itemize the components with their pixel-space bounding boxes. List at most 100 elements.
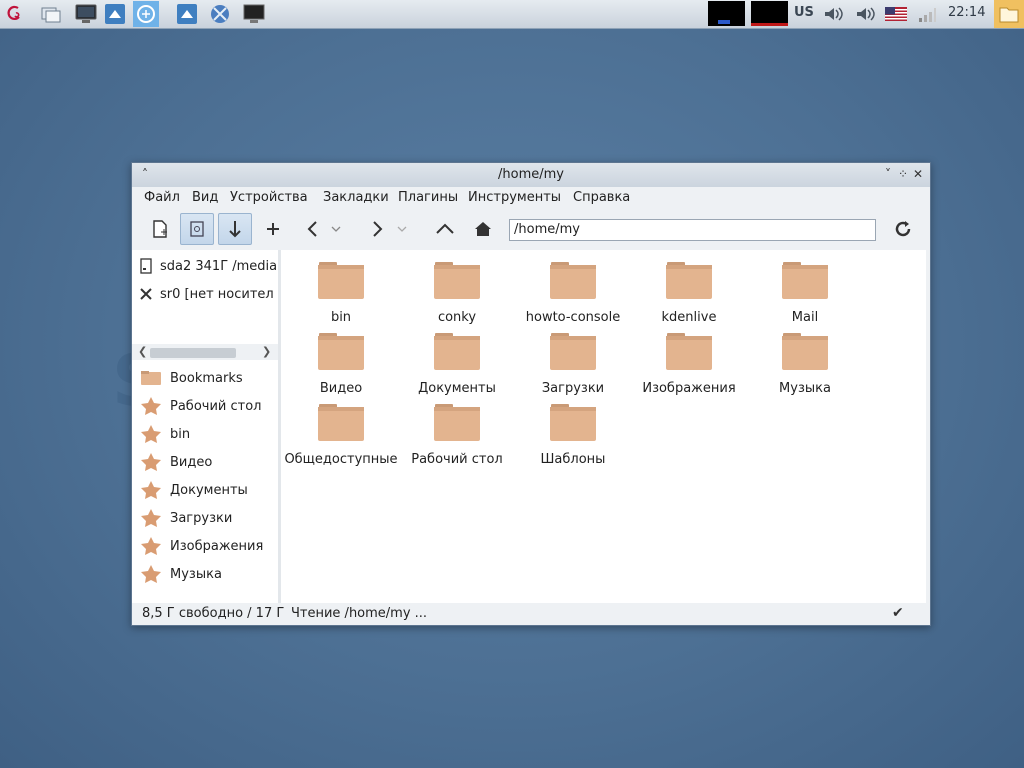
add-button[interactable] [256,213,290,245]
side-horizontal-scrollbar[interactable]: ❮ ❯ [132,344,278,360]
bookmark-label: bin [170,426,191,442]
folder-icon [433,260,481,304]
bookmark-label: Загрузки [170,510,233,526]
bookmark-item[interactable]: Изображения [132,534,278,558]
menu-help[interactable]: Справка [573,190,630,205]
side-pane: sda2 341Г /media sr0 [нет носител ❮ ❯ Bo… [132,250,278,603]
bookmark-label: Видео [170,454,213,470]
folder-item[interactable]: howto-console [515,260,631,326]
folder-item[interactable]: Изображения [631,331,747,397]
window-title: /home/my [498,167,564,182]
star-icon [132,537,170,555]
star-icon [132,397,170,415]
menu-file[interactable]: Файл [144,190,180,205]
folder-label: Изображения [642,381,736,396]
volume-icon[interactable] [823,3,845,25]
folder-label: Рабочий стол [411,452,503,467]
browser-icon[interactable] [133,1,159,27]
show-desktop-icon[interactable] [40,3,62,25]
new-file-button[interactable] [143,213,177,245]
menu-bookmarks[interactable]: Закладки [323,190,389,205]
folder-item[interactable]: kdenlive [631,260,747,326]
back-history-chevron-icon[interactable] [327,213,345,245]
folder-item[interactable]: Общедоступные [283,402,399,468]
forward-button[interactable] [361,213,395,245]
menu-devices[interactable]: Устройства [230,190,308,205]
home-button[interactable] [466,213,500,245]
bookmark-item[interactable]: Документы [132,478,278,502]
folder-item[interactable]: Видео [283,331,399,397]
us-flag-icon[interactable] [885,3,907,25]
folder-icon [317,402,365,446]
network-signal-icon[interactable] [916,3,938,25]
eject-x-icon [132,287,160,301]
forward-history-chevron-icon[interactable] [393,213,411,245]
star-icon [132,565,170,583]
folder-label: Музыка [779,381,831,396]
folder-icon [317,260,365,304]
folder-item[interactable]: Шаблоны [515,402,631,468]
folder-item[interactable]: Документы [399,331,515,397]
menu-plugins[interactable]: Плагины [398,190,458,205]
scrollbar-thumb[interactable] [150,348,236,358]
terminal-icon[interactable] [243,3,265,25]
folder-label: bin [330,310,352,325]
status-bar: 8,5 Г свободно / 17 Г Чтение /home/my ..… [132,603,930,625]
up-button[interactable] [428,213,462,245]
folder-item[interactable]: bin [283,260,399,326]
star-icon [132,453,170,471]
file-manager-icon-2[interactable] [176,3,198,25]
folder-item[interactable]: Рабочий стол [399,402,515,468]
folder-item[interactable]: Загрузки [515,331,631,397]
devices-toggle-button[interactable] [180,213,214,245]
close-icon[interactable]: ✕ [911,167,925,181]
bookmark-item[interactable]: Видео [132,450,278,474]
folder-item[interactable]: Музыка [747,331,863,397]
folder-label: Шаблоны [540,452,606,467]
folder-icon [549,260,597,304]
title-bar[interactable]: ˄ /home/my ˅ ⁘ ✕ [132,163,930,187]
browser-icon-2[interactable] [209,3,231,25]
device-sda2[interactable]: sda2 341Г /media [132,254,278,278]
keyboard-layout[interactable]: US [794,5,814,20]
bookmark-item[interactable]: bin [132,422,278,446]
bookmark-label: Документы [170,482,248,498]
folder-item[interactable]: Mail [747,260,863,326]
bookmark-item[interactable]: Рабочий стол [132,394,278,418]
path-input[interactable]: /home/my [509,219,876,241]
bookmarks-header[interactable]: Bookmarks [132,366,278,390]
folder-icon [781,331,829,375]
file-manager-window: ˄ /home/my ˅ ⁘ ✕ Файл Вид Устройства Зак… [131,162,931,626]
star-icon [132,481,170,499]
minimize-icon[interactable]: ˅ [881,167,895,181]
folder-tray-icon[interactable] [994,0,1024,28]
folder-item[interactable]: conky [399,260,515,326]
debian-logo-icon[interactable] [4,3,26,25]
reload-button[interactable] [886,213,920,245]
scroll-right-icon[interactable]: ❯ [262,345,271,358]
menu-tools[interactable]: Инструменты [468,190,561,205]
folder-icon [433,331,481,375]
file-manager-icon[interactable] [104,3,126,25]
top-panel: US 22:14 [0,0,1024,29]
menu-view[interactable]: Вид [192,190,218,205]
monitor-icon[interactable] [75,3,97,25]
bookmark-item[interactable]: Музыка [132,562,278,586]
folder-label: Документы [418,381,496,396]
status-message: Чтение /home/my ... [291,606,428,621]
clock[interactable]: 22:14 [948,5,985,20]
volume-icon-2[interactable] [855,3,877,25]
bookmarks-title: Bookmarks [170,370,243,386]
star-icon [132,425,170,443]
folder-icon [549,402,597,446]
cpu-graph [708,1,745,26]
device-sr0[interactable]: sr0 [нет носител [132,282,278,306]
bookmark-item[interactable]: Загрузки [132,506,278,530]
maximize-icon[interactable]: ⁘ [896,167,910,181]
folder-label: Mail [791,310,819,325]
scroll-left-icon[interactable]: ❮ [138,345,147,358]
back-button[interactable] [295,213,329,245]
bookmark-label: Изображения [170,538,264,554]
sort-down-button[interactable] [218,213,252,245]
device-label: sr0 [нет носител [160,286,274,302]
